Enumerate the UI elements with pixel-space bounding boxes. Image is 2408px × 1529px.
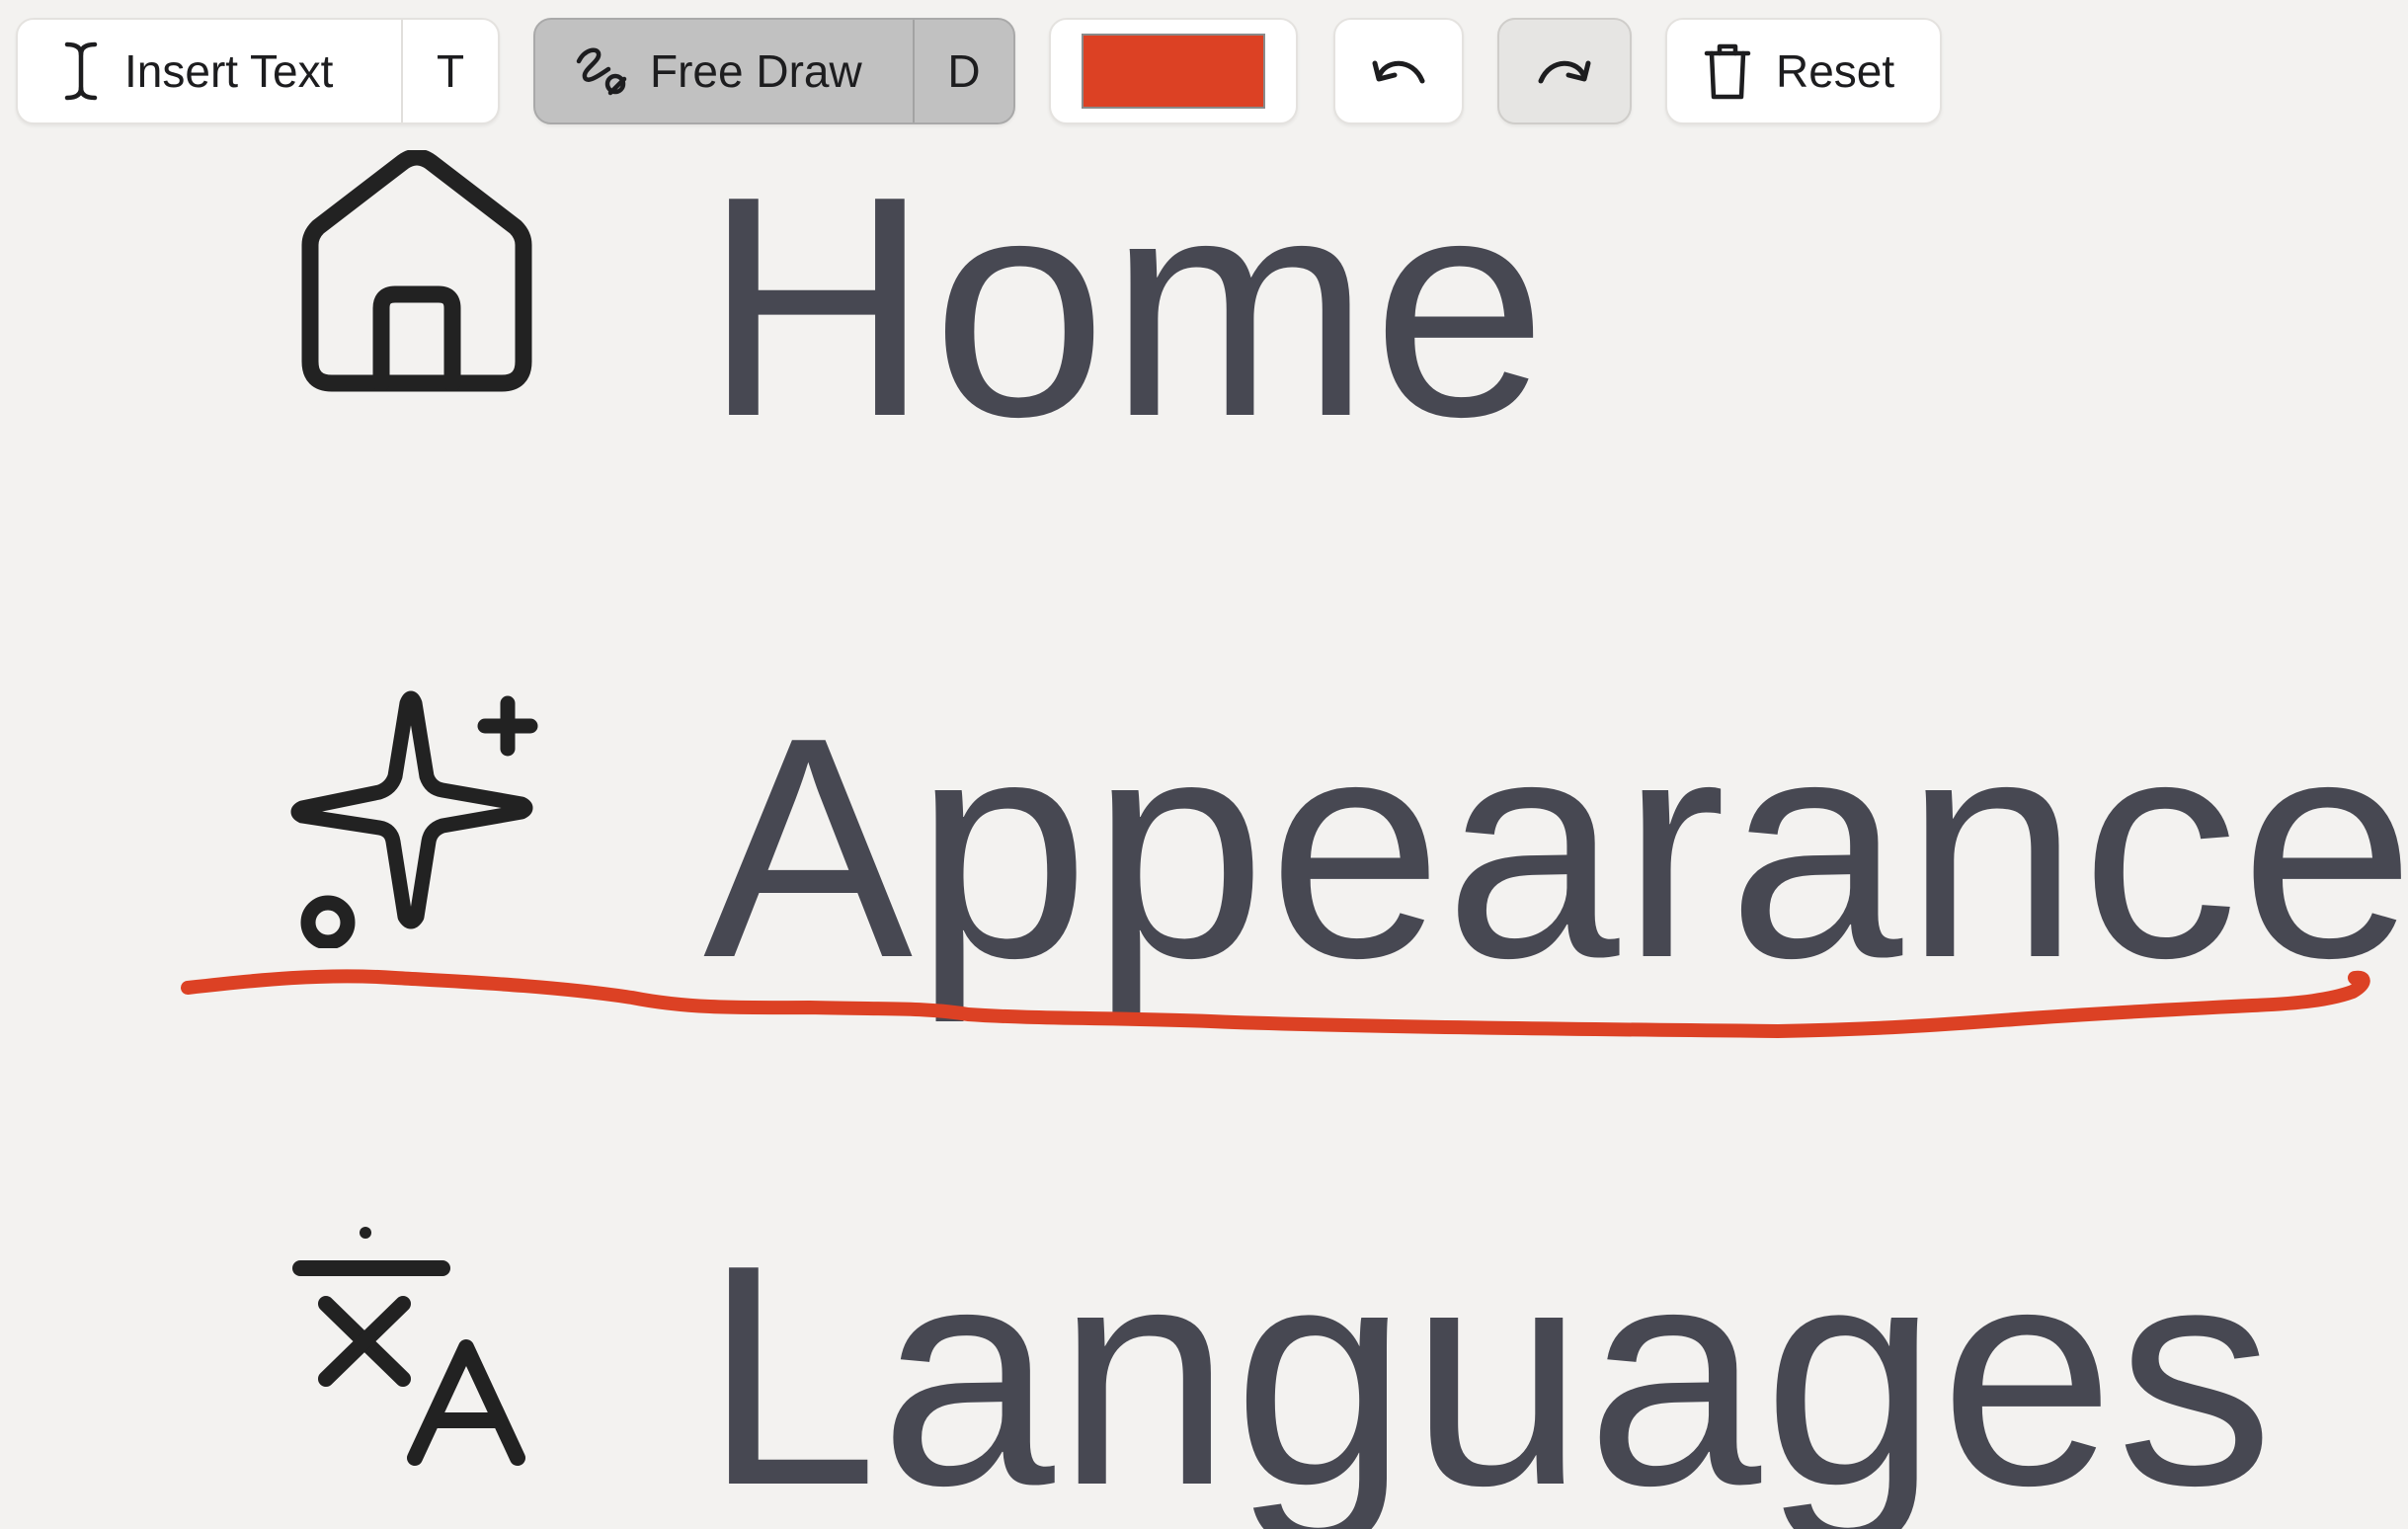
translate-icon (292, 1209, 549, 1481)
trash-icon (1703, 41, 1752, 101)
menu-item-appearance-label: Appearance (703, 673, 2408, 1023)
color-picker-button[interactable] (1049, 18, 1298, 124)
insert-text-label: Insert Text (124, 45, 334, 97)
canvas[interactable]: Insert Text T Free Draw D Reset Home App… (0, 0, 2408, 1529)
redo-arrow-icon (1535, 51, 1594, 91)
undo-button[interactable] (1333, 18, 1464, 124)
menu-item-languages[interactable]: Languages (0, 1195, 2408, 1529)
menu-item-appearance[interactable]: Appearance (0, 652, 2408, 1006)
drawing-toolbar: Insert Text T Free Draw D Reset (0, 0, 2408, 138)
free-draw-label: Free Draw (650, 45, 862, 97)
free-draw-button[interactable]: Free Draw D (533, 18, 1015, 124)
sparkle-icon (288, 682, 545, 953)
undo-arrow-icon (1369, 51, 1428, 91)
menu-item-languages-label: Languages (703, 1200, 2276, 1529)
reset-button[interactable]: Reset (1665, 18, 1942, 124)
redo-button[interactable] (1497, 18, 1632, 124)
insert-text-main[interactable]: Insert Text (18, 20, 401, 122)
reset-label: Reset (1776, 45, 1895, 97)
text-cursor-icon (61, 40, 101, 102)
insert-text-button[interactable]: Insert Text T (16, 18, 500, 124)
color-swatch (1082, 34, 1265, 109)
insert-text-shortcut: T (401, 20, 498, 122)
free-draw-main[interactable]: Free Draw (535, 20, 913, 122)
house-icon (294, 148, 539, 402)
menu-item-home-label: Home (703, 131, 1550, 482)
menu-item-home[interactable]: Home (0, 119, 2408, 464)
free-draw-shortcut: D (913, 20, 1013, 122)
squiggle-pen-icon (575, 43, 630, 99)
